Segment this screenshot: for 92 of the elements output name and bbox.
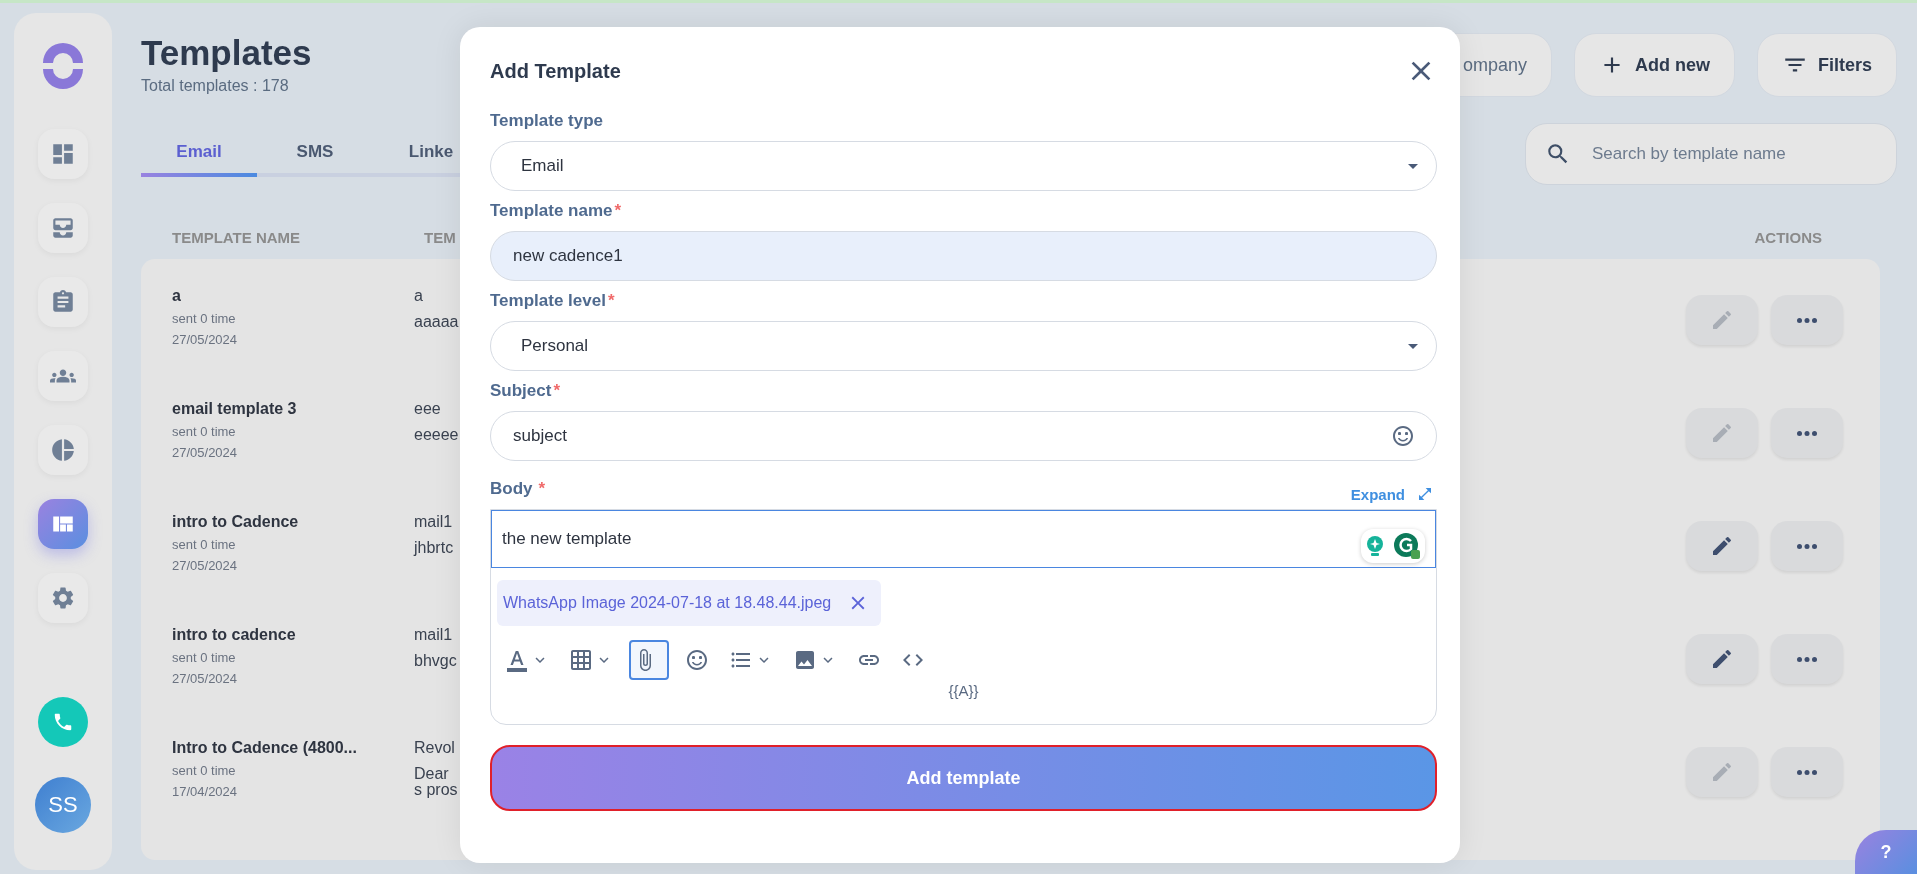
expand-button[interactable]: Expand [1350,485,1437,503]
edit-button[interactable] [1686,521,1758,571]
expand-icon [1417,486,1433,502]
table-icon [569,648,593,672]
table-cell-text: a [414,287,424,305]
table-cell-text: aaaaa [414,313,460,331]
template-name: email template 3 [172,400,298,418]
phone-icon [52,711,74,733]
template-date: 27/05/2024 [172,332,239,347]
nav-button[interactable] [38,425,88,475]
header-button[interactable]: Filters [1756,33,1897,97]
column-header: TEMPLATE NAME [172,229,302,248]
template-date: 27/05/2024 [172,558,239,573]
text-color-icon [505,648,529,672]
header-button[interactable]: Add new [1573,33,1735,97]
template-date: 27/05/2024 [172,671,239,686]
dropdown-caret-icon [1408,343,1418,349]
table-cell-text: eee [414,400,442,418]
pencil-icon [1710,308,1734,332]
name-input-field[interactable]: new cadence1 [490,231,1437,281]
nav-button[interactable] [38,351,88,401]
table-cell-text: Dear [414,765,450,783]
sent-count: sent 0 time [172,424,237,439]
add-template-button[interactable]: Add template [490,745,1437,811]
sent-count: sent 0 time [172,311,237,326]
grammar-checker-icon [1393,532,1421,560]
select-field[interactable]: Personal [490,321,1437,371]
more-icon [1797,769,1817,775]
select-field[interactable]: Email [490,141,1437,191]
more-icon [1797,430,1817,436]
phone-button[interactable] [38,697,88,747]
table-cell-text: mail1 [414,513,454,531]
user-avatar[interactable]: SS [35,777,91,833]
pie-chart-icon [50,437,76,463]
template-date: 17/04/2024 [172,784,239,799]
sent-count: sent 0 time [172,537,237,552]
nav-button[interactable] [38,573,88,623]
table-cell-text: eeeee [414,426,460,444]
image-icon [793,648,817,672]
tab[interactable]: Email [141,131,257,177]
attachment-tool-button[interactable] [629,640,669,680]
table-cell-text: s pros [414,783,459,797]
tab[interactable]: Linke [373,131,489,177]
more-icon [1797,317,1817,323]
template-date: 27/05/2024 [172,445,239,460]
help-button[interactable]: ? [1855,830,1917,874]
settings-icon [50,585,76,611]
nav-button[interactable] [38,203,88,253]
table-cell-text: Revol [414,739,456,757]
nav-button[interactable] [38,499,88,549]
clipboard-icon [50,289,76,315]
field-label: Template type [490,111,605,131]
field-label: Subject* [490,381,562,401]
sent-count: sent 0 time [172,650,237,665]
column-header: TEM [423,229,456,248]
field-label: Template name* [490,201,623,221]
writing-assistant-widget[interactable] [1361,529,1425,563]
table-cell-text: bhvgc [414,652,458,670]
template-count: Total templates : 178 [141,77,290,95]
dropdown-caret-icon [1408,163,1418,169]
pencil-icon [1710,647,1734,671]
dialog-title: Add Template [490,59,621,83]
template-name: Intro to Cadence (4800... [172,739,358,757]
search-field[interactable]: Search by template name [1525,123,1897,185]
dashboard-icon [50,141,76,167]
more-icon [1797,656,1817,662]
more-icon [1797,543,1817,549]
page-title: Templates [141,33,312,73]
inbox-icon [50,215,76,241]
template-name: intro to cadence [172,626,297,644]
emoji-icon [685,648,709,672]
table-cell-text: jhbrtc [414,539,455,557]
pencil-icon [1710,421,1734,445]
field-label: Body * [490,479,546,499]
table-cell-text: mail1 [414,626,454,644]
field-label: Template level* [490,291,616,311]
pencil-icon [1710,760,1734,784]
nav-button[interactable] [38,277,88,327]
body-text-field[interactable]: the new template [491,510,1436,568]
attachment-chip[interactable]: WhatsApp Image 2024-07-18 at 18.48.44.jpeg [497,580,882,626]
nav-button[interactable] [38,129,88,179]
subject-input-field[interactable]: subject [490,411,1437,461]
pencil-icon [1710,534,1734,558]
template-name: intro to Cadence [172,513,300,531]
lightbulb-icon [1365,535,1385,557]
column-header: ACTIONS [1754,229,1823,248]
template-name: a [172,287,182,305]
tab[interactable]: SMS [257,131,373,177]
placeholder-tag[interactable]: {{A}} [948,682,979,699]
edit-button[interactable] [1686,634,1758,684]
sent-count: sent 0 time [172,763,237,778]
emoji-icon [1391,424,1415,448]
